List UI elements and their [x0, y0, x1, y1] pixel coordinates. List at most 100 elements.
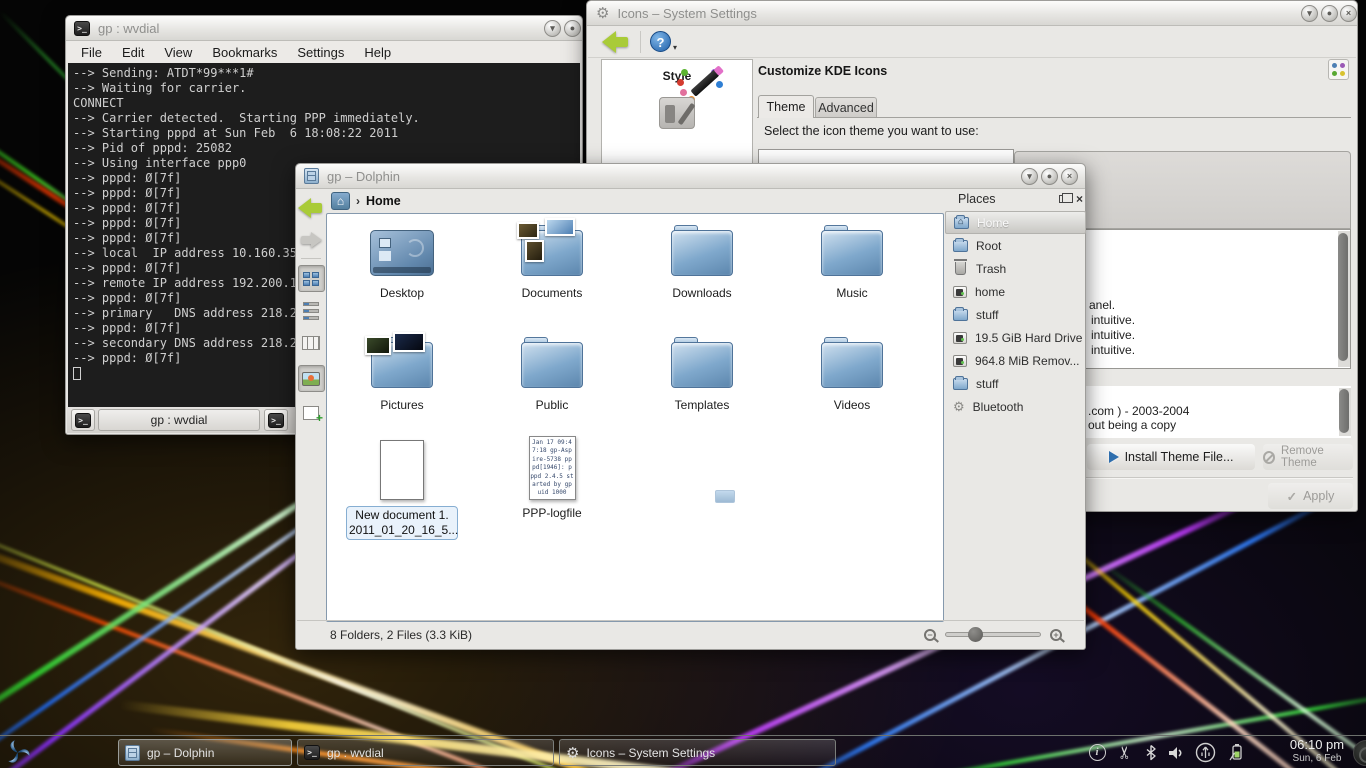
minimize-button[interactable]: ▾: [1301, 5, 1318, 22]
konsole-titlebar[interactable]: >_ gp : wvdial ▾ ●: [66, 16, 582, 41]
folder-item[interactable]: Documents: [492, 224, 612, 301]
dolphin-icon: [304, 168, 319, 184]
apply-button[interactable]: ✓ Apply: [1268, 483, 1353, 509]
konsole-tab[interactable]: gp : wvdial: [98, 409, 260, 431]
task-system-settings[interactable]: ⚙ Icons – System Settings: [559, 739, 836, 766]
task-label: Icons – System Settings: [586, 746, 715, 760]
launcher-icon[interactable]: [3, 738, 32, 768]
sidebar-item-style[interactable]: Style: [602, 60, 752, 83]
menu-help[interactable]: Help: [364, 45, 391, 60]
tab-list-button[interactable]: >_: [264, 409, 288, 431]
breadcrumb-separator-icon: ›: [356, 194, 360, 208]
tab-advanced[interactable]: Advanced: [815, 97, 877, 118]
maximize-button[interactable]: ●: [1321, 5, 1338, 22]
folder-item[interactable]: Videos: [792, 336, 912, 413]
back-button[interactable]: [602, 31, 630, 53]
list-scrollbar-thumb[interactable]: [1338, 233, 1348, 361]
zoom-slider[interactable]: [945, 632, 1041, 637]
panel-toolbox-cashew[interactable]: [1353, 740, 1366, 766]
help-button[interactable]: ?: [650, 31, 671, 52]
breadcrumb-root[interactable]: Home: [366, 194, 401, 208]
terminal-icon: >_: [268, 413, 284, 428]
split-view-button[interactable]: [298, 399, 325, 426]
public-folder-icon: [521, 342, 583, 388]
icons-view-button[interactable]: [298, 265, 325, 292]
close-button[interactable]: ×: [1061, 168, 1078, 185]
new-tab-button[interactable]: >_: [71, 409, 95, 431]
details-view-button[interactable]: [298, 297, 325, 324]
description-scrollbar[interactable]: [1339, 388, 1351, 436]
install-theme-button[interactable]: Install Theme File...: [1087, 444, 1255, 470]
documents-folder-icon: [521, 230, 583, 276]
drag-ghost-thumbnail: [715, 490, 735, 503]
minimize-button[interactable]: ▾: [1021, 168, 1038, 185]
battery-tray-icon[interactable]: [1224, 736, 1248, 768]
folder-item[interactable]: Downloads: [642, 224, 762, 301]
places-item-hard-drive[interactable]: 19.5 GiB Hard Drive: [945, 326, 1086, 349]
description-scrollbar-thumb[interactable]: [1339, 389, 1349, 433]
file-item[interactable]: Jan 17 09:4 7:18 gp-Asp ire-5738 pp pd[1…: [492, 436, 612, 521]
breadcrumb-home-button[interactable]: ⌂: [331, 192, 350, 210]
bluetooth-tray-icon[interactable]: [1142, 736, 1160, 768]
task-wvdial[interactable]: >_ gp : wvdial: [297, 739, 554, 766]
system-settings-titlebar[interactable]: ⚙ Icons – System Settings ▾ ● ×: [587, 1, 1357, 26]
zoom-out-button[interactable]: −: [924, 629, 936, 641]
dolphin-file-view[interactable]: Desktop Documents Downloads Music: [326, 213, 944, 622]
volume-tray-icon[interactable]: [1164, 736, 1186, 768]
places-item-bluetooth[interactable]: ⚙ Bluetooth: [945, 395, 1086, 418]
preview-button[interactable]: [298, 365, 325, 392]
back-button[interactable]: [298, 198, 324, 218]
places-item-home-partition[interactable]: home: [945, 280, 1086, 303]
maximize-button[interactable]: ●: [564, 20, 581, 37]
notifications-tray-icon[interactable]: i: [1086, 736, 1108, 768]
places-header[interactable]: Places ×: [945, 189, 1087, 212]
minimize-button[interactable]: ▾: [544, 20, 561, 37]
folder-item[interactable]: Desktop: [342, 224, 462, 301]
dolphin-titlebar[interactable]: gp – Dolphin ▾ ● ×: [296, 164, 1085, 189]
videos-folder-icon: [821, 342, 883, 388]
clock[interactable]: 06:10 pm Sun, 6 Feb: [1282, 738, 1352, 766]
menu-settings[interactable]: Settings: [297, 45, 344, 60]
menu-view[interactable]: View: [164, 45, 192, 60]
toolbar-separator: [301, 258, 321, 259]
close-button[interactable]: ×: [1340, 5, 1357, 22]
zoom-slider-handle[interactable]: [968, 627, 983, 642]
taskbar: gp – Dolphin >_ gp : wvdial ⚙ Icons – Sy…: [0, 735, 1366, 768]
folder-label: Videos: [792, 398, 912, 413]
gear-icon: ⚙: [566, 744, 579, 762]
caret-down-icon[interactable]: ▾: [673, 43, 677, 52]
folder-item[interactable]: Templates: [642, 336, 762, 413]
klipper-tray-icon[interactable]: ✂: [1109, 742, 1142, 764]
tab-panel-border: [757, 117, 1351, 118]
terminal-line: --> Waiting for carrier.: [73, 81, 580, 96]
menu-bookmarks[interactable]: Bookmarks: [212, 45, 277, 60]
forward-button[interactable]: [300, 232, 322, 248]
folder-label: Desktop: [342, 286, 462, 301]
folder-label: Templates: [642, 398, 762, 413]
document-file-icon: [380, 440, 424, 500]
places-item-root[interactable]: Root: [945, 234, 1086, 257]
menu-file[interactable]: File: [81, 45, 102, 60]
places-item-stuff[interactable]: stuff: [945, 303, 1086, 326]
tab-theme[interactable]: Theme: [758, 95, 814, 118]
folder-icon: [953, 240, 968, 252]
places-item-removable[interactable]: 964.8 MiB Remov...: [945, 349, 1086, 372]
list-scrollbar[interactable]: [1338, 231, 1350, 367]
places-item-stuff2[interactable]: stuff: [945, 372, 1086, 395]
folder-item[interactable]: Pictures: [342, 336, 462, 413]
places-float-icon[interactable]: [1059, 195, 1068, 203]
task-dolphin[interactable]: gp – Dolphin: [118, 739, 292, 766]
columns-view-button[interactable]: [298, 329, 325, 356]
maximize-button[interactable]: ●: [1041, 168, 1058, 185]
zoom-in-button[interactable]: +: [1050, 629, 1062, 641]
folder-item[interactable]: Public: [492, 336, 612, 413]
remove-theme-button[interactable]: Remove Theme: [1263, 444, 1353, 470]
fine-tuning-icon[interactable]: [659, 97, 695, 129]
device-notifier-tray-icon[interactable]: [1192, 736, 1218, 768]
places-close-icon[interactable]: ×: [1076, 194, 1083, 204]
places-item-trash[interactable]: Trash: [945, 257, 1086, 280]
folder-item[interactable]: Music: [792, 224, 912, 301]
menu-edit[interactable]: Edit: [122, 45, 144, 60]
places-item-home[interactable]: Home: [945, 211, 1086, 234]
file-item-selected[interactable]: New document 1. 2011_01_20_16_5...: [342, 436, 462, 540]
